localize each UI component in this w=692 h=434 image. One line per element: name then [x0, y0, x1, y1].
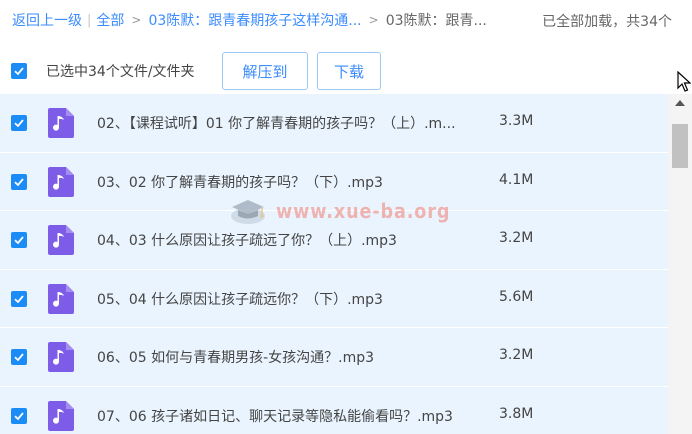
file-row[interactable]: 03、02 你了解青春期的孩子吗？（下）.mp3 4.1M [0, 152, 668, 211]
breadcrumb-current: 03陈默：跟青... [385, 13, 487, 29]
select-all-checkbox[interactable] [11, 63, 27, 79]
file-row[interactable]: 07、06 孩子诸如日记、聊天记录等隐私能偷看吗？.mp3 3.8M [0, 386, 668, 434]
selection-count: 已选中34个文件/文件夹 [46, 64, 195, 80]
music-file-icon [48, 166, 74, 197]
file-list: 02、【课程试听】01 你了解青春期的孩子吗？（上）.m... 3.3M 03、02… [0, 94, 668, 434]
check-icon [14, 67, 24, 76]
vertical-scrollbar[interactable] [668, 94, 692, 434]
chevron-right-icon: > [131, 13, 142, 27]
file-checkbox[interactable] [11, 173, 27, 190]
check-icon [14, 236, 24, 245]
load-status: 已全部加载，共34个 [542, 14, 672, 30]
scroll-up-icon[interactable] [675, 100, 685, 106]
check-icon [14, 119, 24, 128]
check-icon [14, 177, 24, 186]
back-link[interactable]: 返回上一级 [12, 10, 82, 30]
file-size: 3.2M [499, 230, 534, 246]
file-size: 3.2M [499, 347, 534, 363]
download-button[interactable]: 下载 [317, 52, 381, 90]
check-icon [14, 294, 24, 303]
music-file-icon [48, 342, 74, 372]
file-name[interactable]: 07、06 孩子诸如日记、聊天记录等隐私能偷看吗？.mp3 [97, 406, 453, 426]
music-file-icon [48, 108, 74, 138]
file-size: 4.1M [499, 171, 534, 188]
file-checkbox[interactable] [11, 232, 27, 248]
check-icon [14, 353, 24, 362]
unzip-button[interactable]: 解压到 [222, 52, 308, 90]
file-checkbox[interactable] [11, 349, 27, 365]
music-file-icon [48, 225, 74, 255]
file-checkbox[interactable] [11, 115, 27, 131]
file-size: 5.6M [499, 288, 534, 305]
file-row[interactable]: 02、【课程试听】01 你了解青春期的孩子吗？（上）.m... 3.3M [0, 94, 668, 153]
file-name[interactable]: 03、02 你了解青春期的孩子吗？（下）.mp3 [97, 172, 383, 192]
music-file-icon [48, 283, 74, 314]
file-name[interactable]: 02、【课程试听】01 你了解青春期的孩子吗？（上）.m... [97, 113, 456, 133]
check-icon [14, 411, 24, 420]
file-row[interactable]: 06、05 如何与青春期男孩-女孩沟通？.mp3 3.2M [0, 328, 668, 387]
file-name[interactable]: 04、03 什么原因让孩子疏远了你？（上）.mp3 [97, 230, 397, 250]
file-row[interactable]: 05、04 什么原因让孩子疏远你？（下）.mp3 5.6M [0, 269, 668, 328]
scrollbar-thumb[interactable] [672, 124, 688, 168]
breadcrumb-folder-link[interactable]: 03陈默：跟青春期孩子这样沟通... [148, 10, 361, 30]
toolbar: 已选中34个文件/文件夹 解压到 下载 [0, 48, 692, 94]
file-size: 3.3M [499, 113, 534, 129]
chevron-right-icon: > [368, 13, 379, 27]
breadcrumb-separator: | [87, 12, 92, 28]
file-checkbox[interactable] [11, 407, 27, 424]
breadcrumb-all-link[interactable]: 全部 [96, 10, 124, 30]
file-name[interactable]: 05、04 什么原因让孩子疏远你？（下）.mp3 [97, 289, 383, 309]
file-name[interactable]: 06、05 如何与青春期男孩-女孩沟通？.mp3 [97, 347, 374, 367]
file-checkbox[interactable] [11, 290, 27, 307]
music-file-icon [48, 400, 74, 431]
file-row[interactable]: 04、03 什么原因让孩子疏远了你？（上）.mp3 3.2M [0, 211, 668, 270]
mouse-cursor-icon [677, 71, 691, 92]
file-size: 3.8M [499, 405, 534, 422]
